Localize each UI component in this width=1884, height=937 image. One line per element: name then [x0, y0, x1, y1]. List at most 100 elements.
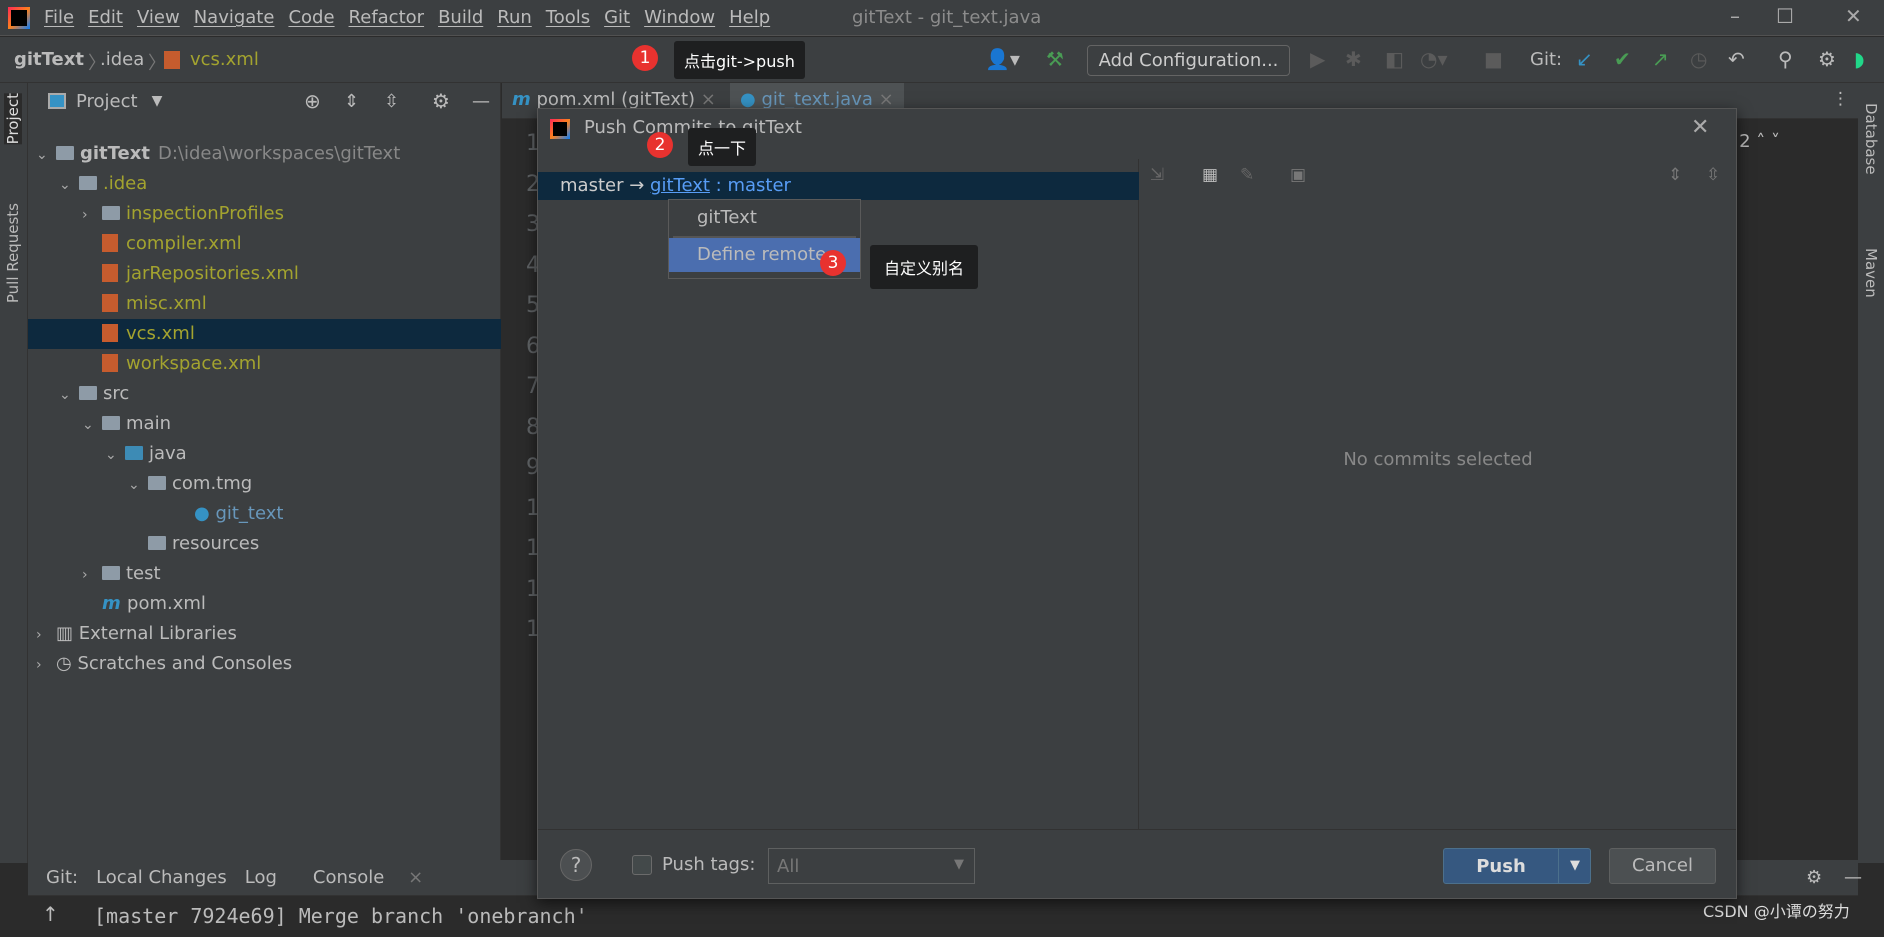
settings-icon[interactable]: ⚙: [1806, 867, 1822, 888]
tab-log[interactable]: Log: [245, 867, 277, 888]
menu-view[interactable]: View: [137, 7, 180, 28]
coverage-icon[interactable]: ◧: [1385, 47, 1404, 71]
group-by-icon[interactable]: ▦: [1202, 165, 1218, 185]
tree-item[interactable]: ⌄ gitText D:\idea\workspaces\gitText: [28, 139, 501, 169]
stop-icon[interactable]: ■: [1484, 47, 1503, 71]
scroll-up-icon[interactable]: ↑: [42, 902, 59, 926]
popup-item-gittext[interactable]: gitText: [669, 200, 860, 236]
project-tool-button[interactable]: Project: [4, 93, 22, 145]
maximize-button[interactable]: ☐: [1776, 4, 1794, 28]
chevron-down-icon[interactable]: ⌄: [128, 470, 148, 500]
tree-item[interactable]: ● git_text: [28, 499, 501, 529]
java-class-icon: ●: [194, 503, 216, 524]
collapse-all-icon[interactable]: ⇳: [384, 91, 399, 112]
git-history-icon[interactable]: ◷: [1690, 47, 1707, 71]
run-icon[interactable]: ▶: [1310, 47, 1325, 71]
hide-icon[interactable]: —: [1844, 867, 1862, 888]
tree-item[interactable]: workspace.xml: [28, 349, 501, 379]
close-dialog-button[interactable]: ✕: [1691, 115, 1709, 140]
menu-edit[interactable]: Edit: [88, 7, 123, 28]
collapse-all-icon[interactable]: ⇳: [1706, 165, 1720, 185]
remote-link[interactable]: gitText: [650, 175, 710, 196]
tab-local-changes[interactable]: Local Changes: [96, 867, 227, 888]
chevron-right-icon[interactable]: ›: [36, 650, 56, 680]
push-branch-row[interactable]: master → gitText : master: [538, 172, 1139, 200]
tree-item[interactable]: › ▥ External Libraries: [28, 619, 501, 649]
tree-item[interactable]: resources: [28, 529, 501, 559]
expand-all-icon[interactable]: ⇕: [1668, 165, 1682, 185]
code-with-me-icon[interactable]: ◗: [1854, 47, 1865, 71]
chevron-down-icon[interactable]: ▼: [152, 93, 163, 109]
menu-file[interactable]: File: [44, 7, 74, 28]
tree-item[interactable]: ⌄ .idea: [28, 169, 501, 199]
rollback-icon[interactable]: ↶: [1728, 47, 1745, 71]
tree-item[interactable]: ⌄ com.tmg: [28, 469, 501, 499]
tree-item[interactable]: › ◷ Scratches and Consoles: [28, 649, 501, 679]
tree-item[interactable]: m pom.xml: [28, 589, 501, 619]
push-options-chevron-icon[interactable]: ▼: [1558, 849, 1591, 883]
tree-item[interactable]: › test: [28, 559, 501, 589]
tree-item[interactable]: › inspectionProfiles: [28, 199, 501, 229]
tab-console[interactable]: Console ×: [295, 867, 423, 888]
tree-item[interactable]: misc.xml: [28, 289, 501, 319]
menu-git[interactable]: Git: [604, 7, 630, 28]
breadcrumb-idea[interactable]: .idea: [100, 49, 144, 70]
expand-all-icon[interactable]: ⇕: [344, 91, 359, 112]
menu-window[interactable]: Window: [644, 7, 715, 28]
database-tool-button[interactable]: Database: [1862, 103, 1880, 175]
user-icon[interactable]: 👤▾: [985, 47, 1020, 71]
no-commits-message: No commits selected: [1343, 449, 1533, 470]
debug-icon[interactable]: ✱: [1345, 47, 1362, 71]
chevron-down-icon[interactable]: ⌄: [59, 170, 79, 200]
tree-item[interactable]: vcs.xml: [28, 319, 501, 349]
add-configuration-button[interactable]: Add Configuration...: [1087, 45, 1290, 76]
chevron-right-icon[interactable]: ›: [82, 560, 102, 590]
maven-tool-button[interactable]: Maven: [1862, 248, 1880, 298]
tree-item[interactable]: ⌄ main: [28, 409, 501, 439]
cancel-button[interactable]: Cancel: [1609, 848, 1716, 884]
menu-build[interactable]: Build: [438, 7, 483, 28]
push-button[interactable]: Push ▼: [1443, 848, 1591, 884]
chevron-right-icon[interactable]: ›: [36, 620, 56, 650]
locate-icon[interactable]: ⊕: [304, 89, 321, 113]
tab-pom-xml[interactable]: m pom.xml (gitText) ×: [512, 89, 716, 110]
hide-icon[interactable]: —: [472, 91, 490, 112]
tree-item[interactable]: jarRepositories.xml: [28, 259, 501, 289]
project-view-selector[interactable]: Project: [76, 91, 138, 112]
cherry-pick-icon[interactable]: ⇲: [1150, 165, 1164, 185]
tree-item-label: Scratches and Consoles: [77, 653, 293, 674]
breadcrumb-project[interactable]: gitText: [14, 49, 84, 70]
git-update-icon[interactable]: ↙: [1576, 47, 1593, 71]
minimize-button[interactable]: –: [1730, 4, 1740, 28]
settings-icon[interactable]: ⚙: [432, 89, 450, 113]
preview-icon[interactable]: ▣: [1290, 165, 1306, 185]
tree-item[interactable]: compiler.xml: [28, 229, 501, 259]
breadcrumb-file[interactable]: vcs.xml: [190, 49, 259, 70]
menu-navigate[interactable]: Navigate: [194, 7, 275, 28]
menu-tools[interactable]: Tools: [546, 7, 590, 28]
menu-code[interactable]: Code: [288, 7, 334, 28]
tags-dropdown[interactable]: All ▼: [768, 848, 975, 884]
chevron-down-icon[interactable]: ⌄: [59, 380, 79, 410]
chevron-down-icon[interactable]: ⌄: [105, 440, 125, 470]
menu-help[interactable]: Help: [729, 7, 770, 28]
profile-icon[interactable]: ◔▾: [1420, 47, 1448, 71]
edit-icon[interactable]: ✎: [1240, 165, 1254, 185]
search-icon[interactable]: ⚲: [1778, 47, 1793, 71]
pull-requests-tool-button[interactable]: Pull Requests: [4, 203, 22, 303]
tree-item[interactable]: ⌄ java: [28, 439, 501, 469]
menu-run[interactable]: Run: [497, 7, 532, 28]
build-hammer-icon[interactable]: ⚒: [1046, 47, 1064, 71]
git-push-icon[interactable]: ↗: [1652, 47, 1669, 71]
more-tabs-icon[interactable]: ⋮: [1832, 89, 1849, 109]
git-commit-icon[interactable]: ✔: [1614, 47, 1631, 71]
chevron-down-icon[interactable]: ⌄: [82, 410, 102, 440]
push-tags-checkbox[interactable]: [632, 855, 652, 875]
menu-refactor[interactable]: Refactor: [349, 7, 425, 28]
chevron-right-icon[interactable]: ›: [82, 200, 102, 230]
close-window-button[interactable]: ✕: [1845, 4, 1862, 28]
gear-icon[interactable]: ⚙: [1818, 47, 1836, 71]
tree-item[interactable]: ⌄ src: [28, 379, 501, 409]
chevron-down-icon[interactable]: ⌄: [36, 140, 56, 170]
help-button[interactable]: ?: [560, 849, 592, 881]
